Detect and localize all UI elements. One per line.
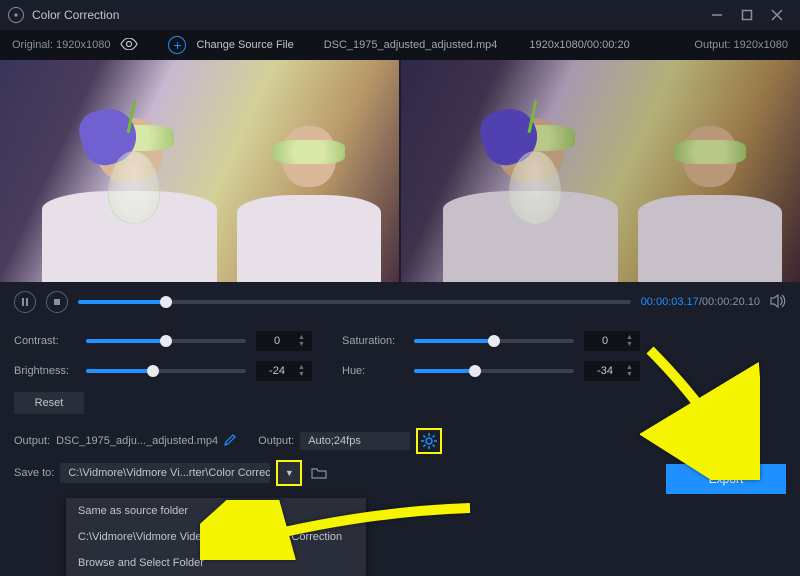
brightness-label: Brightness: [14, 365, 76, 377]
open-folder-icon[interactable] [308, 462, 330, 484]
hue-input[interactable]: -34▲▼ [584, 361, 640, 381]
settings-gear-icon[interactable] [420, 432, 438, 450]
settings-highlight [416, 428, 442, 454]
preview-toggle-icon[interactable] [120, 38, 138, 53]
correction-sliders: Contrast: 0▲▼ Saturation: 0▲▼ Brightness… [0, 322, 800, 386]
minimize-button[interactable] [702, 1, 732, 29]
source-filename: DSC_1975_adjusted_adjusted.mp4 [324, 39, 498, 51]
contrast-input[interactable]: 0▲▼ [256, 331, 312, 351]
saturation-input[interactable]: 0▲▼ [584, 331, 640, 351]
output-preset-field[interactable]: Auto;24fps [300, 432, 410, 450]
saturation-label: Saturation: [342, 335, 404, 347]
close-button[interactable] [762, 1, 792, 29]
spinner-arrows-icon[interactable]: ▲▼ [626, 334, 640, 348]
output-preview [401, 60, 800, 282]
preview-area [0, 60, 800, 282]
spinner-arrows-icon[interactable]: ▲▼ [626, 364, 640, 378]
output-preset-label: Output: [258, 435, 294, 447]
saturation-group: Saturation: 0▲▼ [342, 331, 640, 351]
hue-slider[interactable] [414, 369, 574, 373]
brightness-slider[interactable] [86, 369, 246, 373]
saturation-slider[interactable] [414, 339, 574, 343]
spinner-arrows-icon[interactable]: ▲▼ [298, 364, 312, 378]
playback-bar: 00:00:03.17/00:00:20.10 [0, 282, 800, 322]
brightness-group: Brightness: -24▲▼ [14, 361, 312, 381]
stop-button[interactable] [46, 291, 68, 313]
titlebar: Color Correction [0, 0, 800, 30]
output-resolution-label: Output: 1920x1080 [694, 39, 788, 51]
time-display: 00:00:03.17/00:00:20.10 [641, 296, 760, 308]
output-row: Output: DSC_1975_adju..._adjusted.mp4 Ou… [0, 428, 800, 454]
dropdown-highlight: ▼ [276, 460, 302, 486]
volume-icon[interactable] [770, 294, 786, 311]
duration: 00:00:20.10 [702, 296, 760, 308]
seek-slider[interactable] [78, 300, 631, 304]
app-logo-icon [8, 7, 24, 23]
original-resolution-label: Original: 1920x1080 [12, 39, 110, 51]
dropdown-item-same-as-source[interactable]: Same as source folder [66, 498, 366, 524]
rename-icon[interactable] [224, 434, 236, 449]
original-preview [0, 60, 399, 282]
export-button[interactable]: Export [666, 464, 786, 494]
add-source-icon[interactable]: + [168, 36, 186, 54]
source-resolution-time: 1920x1080/00:00:20 [529, 39, 629, 51]
window-title: Color Correction [32, 8, 702, 22]
contrast-slider[interactable] [86, 339, 246, 343]
hue-group: Hue: -34▲▼ [342, 361, 640, 381]
contrast-group: Contrast: 0▲▼ [14, 331, 312, 351]
output-filename-text: DSC_1975_adju..._adjusted.mp4 [56, 435, 218, 447]
dropdown-item-recent-path[interactable]: C:\Vidmore\Vidmore Video Converter\Color… [66, 524, 366, 550]
info-bar: Original: 1920x1080 + Change Source File… [0, 30, 800, 60]
reset-button[interactable]: Reset [14, 392, 84, 414]
save-path-dropdown-button[interactable]: ▼ [278, 462, 300, 484]
pause-button[interactable] [14, 291, 36, 313]
maximize-button[interactable] [732, 1, 762, 29]
dropdown-item-browse[interactable]: Browse and Select Folder [66, 550, 366, 576]
hue-label: Hue: [342, 365, 404, 377]
save-path-dropdown: Same as source folder C:\Vidmore\Vidmore… [66, 498, 366, 576]
save-to-label: Save to: [14, 467, 54, 479]
contrast-label: Contrast: [14, 335, 76, 347]
change-source-button[interactable]: Change Source File [196, 39, 293, 51]
spinner-arrows-icon[interactable]: ▲▼ [298, 334, 312, 348]
current-time: 00:00:03.17 [641, 296, 699, 308]
brightness-input[interactable]: -24▲▼ [256, 361, 312, 381]
output-filename-label: Output: [14, 435, 50, 447]
save-path-field[interactable]: C:\Vidmore\Vidmore Vi...rter\Color Corre… [60, 463, 270, 483]
